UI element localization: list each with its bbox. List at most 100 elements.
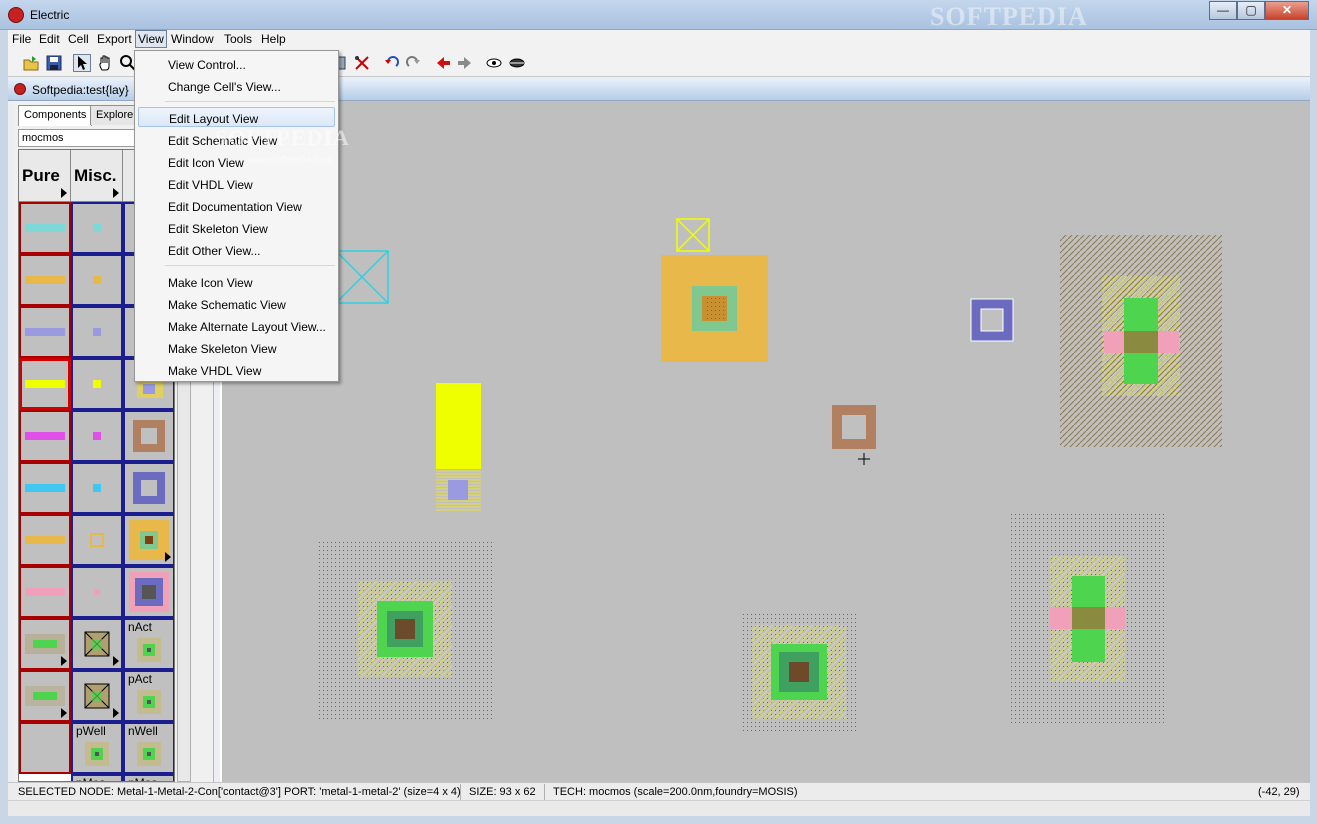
menu-separator — [165, 265, 335, 266]
layout-canvas[interactable] — [220, 101, 1310, 782]
palette-header-label: Pure — [22, 166, 60, 185]
palette-cell[interactable] — [71, 462, 123, 514]
layout-transistor[interactable] — [1060, 235, 1222, 447]
menu-bar: File Edit Cell Export View Window Tools … — [8, 30, 1310, 49]
layout-node[interactable] — [316, 539, 494, 720]
menu-tools[interactable]: Tools — [224, 32, 252, 46]
tab-components[interactable]: Components — [18, 105, 93, 126]
palette-cell[interactable]: nWell — [123, 722, 174, 774]
palette-cell[interactable] — [19, 254, 71, 306]
menu-separator — [165, 101, 335, 102]
palette-cell[interactable] — [71, 202, 123, 254]
layout-node-selected[interactable] — [970, 298, 1014, 342]
palette-cell[interactable]: nMos — [123, 774, 174, 781]
palette-header-misc[interactable]: Misc. — [71, 150, 123, 202]
tools-icon[interactable] — [353, 54, 371, 72]
palette-cell-label: pWell — [76, 724, 106, 738]
palette-cell[interactable] — [71, 566, 123, 618]
select-arrow-icon[interactable] — [73, 54, 91, 72]
redo-icon[interactable] — [405, 54, 423, 72]
menu-item-edit-documentation-view[interactable]: Edit Documentation View — [138, 196, 335, 216]
palette-cell-label: nAct — [128, 620, 153, 634]
palette-cell[interactable] — [71, 254, 123, 306]
layout-node[interactable] — [676, 218, 710, 252]
status-bar: SELECTED NODE: Metal-1-Metal-2-Con['cont… — [8, 782, 1310, 800]
forward-arrow-icon[interactable] — [456, 54, 474, 72]
menu-item-make-icon-view[interactable]: Make Icon View — [138, 272, 335, 292]
unexpand-eye-icon[interactable] — [508, 54, 526, 72]
window-title: Electric — [30, 8, 70, 22]
menu-view[interactable]: View — [135, 30, 167, 48]
app-icon — [8, 7, 24, 23]
bottom-strip — [8, 800, 1310, 816]
back-arrow-icon[interactable] — [434, 54, 452, 72]
menu-item-make-schematic-view[interactable]: Make Schematic View — [138, 294, 335, 314]
palette-cell[interactable] — [19, 462, 71, 514]
save-icon[interactable] — [45, 54, 63, 72]
expand-eye-icon[interactable] — [485, 54, 503, 72]
status-coordinates: (-42, 29) — [1258, 786, 1300, 798]
close-button[interactable]: ✕ — [1265, 1, 1309, 20]
layout-node[interactable] — [832, 405, 876, 449]
palette-cell[interactable] — [19, 410, 71, 462]
status-size: SIZE: 93 x 62 — [469, 786, 536, 798]
palette-cell[interactable] — [19, 670, 71, 722]
palette-cell-label: pAct — [128, 672, 153, 686]
menu-cell[interactable]: Cell — [68, 32, 89, 46]
document-icon — [14, 83, 26, 95]
palette-cell[interactable] — [19, 722, 71, 774]
minimize-button[interactable]: — — [1209, 1, 1237, 20]
palette-cell[interactable] — [71, 358, 123, 410]
menu-item-make-skeleton-view[interactable]: Make Skeleton View — [138, 338, 335, 358]
menu-item-make-alternate-layout-view[interactable]: Make Alternate Layout View... — [138, 316, 335, 336]
crosshair-cursor — [858, 453, 870, 465]
layout-node[interactable] — [661, 255, 768, 362]
menu-edit[interactable]: Edit — [39, 32, 60, 46]
menu-item-edit-vhdl-view[interactable]: Edit VHDL View — [138, 174, 335, 194]
palette-cell[interactable] — [71, 410, 123, 462]
pan-hand-icon[interactable] — [97, 54, 115, 72]
palette-cell[interactable] — [19, 202, 71, 254]
menu-item-change-cell-view[interactable]: Change Cell's View... — [138, 76, 335, 96]
palette-cell[interactable]: pMos — [71, 774, 123, 781]
palette-cell[interactable] — [123, 566, 174, 618]
palette-cell[interactable] — [123, 514, 174, 566]
palette-cell[interactable]: nAct — [123, 618, 174, 670]
palette-cell[interactable] — [71, 670, 123, 722]
layout-node[interactable] — [335, 250, 389, 304]
palette-cell[interactable] — [19, 514, 71, 566]
palette-cell-selected[interactable] — [19, 358, 71, 410]
view-menu-dropdown: View Control... Change Cell's View... Ed… — [134, 50, 339, 382]
palette-cell[interactable] — [71, 514, 123, 566]
maximize-button[interactable]: ▢ — [1237, 1, 1265, 20]
layout-node[interactable] — [740, 613, 858, 731]
menu-item-make-vhdl-view[interactable]: Make VHDL View — [138, 360, 335, 380]
palette-cell[interactable] — [19, 618, 71, 670]
menu-file[interactable]: File — [12, 32, 31, 46]
layout-transistor[interactable] — [1008, 512, 1166, 726]
status-selected-node: SELECTED NODE: Metal-1-Metal-2-Con['cont… — [18, 786, 461, 798]
palette-cell[interactable] — [123, 410, 174, 462]
palette-cell[interactable] — [19, 306, 71, 358]
menu-window[interactable]: Window — [171, 32, 214, 46]
palette-cell[interactable] — [123, 462, 174, 514]
menu-export[interactable]: Export — [97, 32, 132, 46]
palette-header-pure[interactable]: Pure — [19, 150, 71, 202]
menu-item-edit-layout-view[interactable]: Edit Layout View — [138, 107, 335, 127]
document-title: Softpedia:test{lay} — [32, 83, 129, 97]
watermark-url: www.softpedia.com — [247, 155, 334, 166]
palette-cell[interactable] — [19, 566, 71, 618]
menu-item-view-control[interactable]: View Control... — [138, 54, 335, 74]
palette-cell[interactable] — [71, 618, 123, 670]
menu-help[interactable]: Help — [261, 32, 286, 46]
layout-arc[interactable] — [436, 383, 481, 511]
watermark-text: SOFTPEDIA — [215, 125, 350, 150]
palette-cell[interactable] — [71, 306, 123, 358]
undo-icon[interactable] — [382, 54, 400, 72]
menu-item-edit-other-view[interactable]: Edit Other View... — [138, 240, 335, 260]
open-icon[interactable] — [22, 54, 40, 72]
menu-item-edit-skeleton-view[interactable]: Edit Skeleton View — [138, 218, 335, 238]
palette-cell[interactable]: pAct — [123, 670, 174, 722]
palette-cell-label: nWell — [128, 724, 158, 738]
palette-cell[interactable]: pWell — [71, 722, 123, 774]
